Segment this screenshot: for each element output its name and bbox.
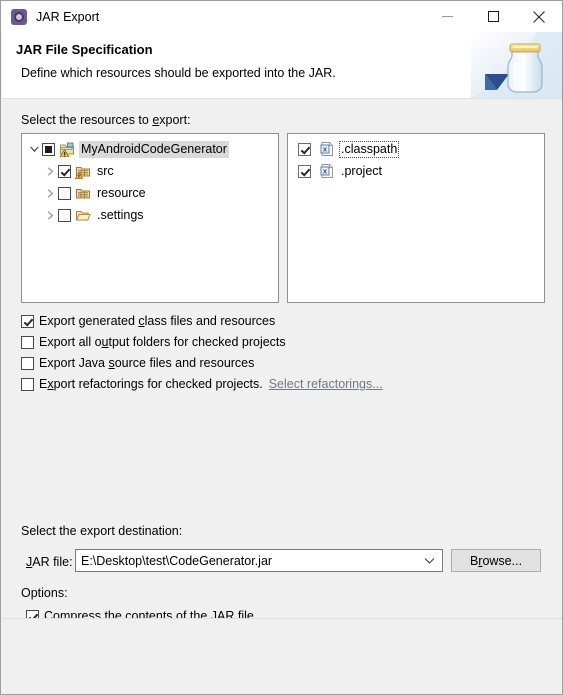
export-option-label: Export refactorings for checked projects… [39,377,263,391]
export-option-label: Export generated class files and resourc… [39,314,276,328]
tree-item-label: .settings [97,207,144,222]
browse-button[interactable]: Br owse... [451,549,541,572]
export-option-label: Export all output folders for checked pr… [39,335,286,349]
select-refactorings-link[interactable]: Select refactorings... [269,377,383,391]
jar-file-input[interactable]: E:\Desktop\test\CodeGenerator.jar [81,554,416,568]
export-option-checkbox[interactable] [21,335,34,349]
chevron-down-icon[interactable] [416,550,442,571]
chevron-down-icon[interactable] [26,138,42,160]
dialog-header: JAR File Specification Define which reso… [2,32,562,98]
file-checkbox[interactable] [298,164,311,179]
tree-item-settings[interactable]: .settings [22,204,278,226]
tree-item-label: src [97,163,114,178]
resource-file-list[interactable]: x .classpath x .project [287,133,545,303]
tree-item-resource[interactable]: resource [22,182,278,204]
window-title: JAR Export [36,9,100,24]
chevron-right-icon[interactable] [42,160,58,182]
export-option-3[interactable]: Export refactorings for checked projects… [21,375,383,393]
window-controls [424,1,562,32]
file-item-label: .project [341,163,382,178]
package-icon [75,185,91,201]
page-description: Define which resources should be exporte… [21,66,336,80]
page-title: JAR File Specification [16,42,153,57]
resource-tree[interactable]: MyAndroidCodeGenerator src resource .settin… [21,133,279,303]
project-warning-icon [59,141,75,157]
file-checkbox[interactable] [298,142,311,157]
resources-label: Select the resources to export: [21,113,191,127]
file-item-classpath[interactable]: x .classpath [288,138,544,160]
tree-item-myandroidcodegenerator[interactable]: MyAndroidCodeGenerator [22,138,278,160]
tree-checkbox[interactable] [58,164,71,179]
export-option-0[interactable]: Export generated class files and resourc… [21,312,275,330]
jar-export-gear-icon [11,8,27,25]
jar-bottle-icon [471,32,562,98]
folder-icon [75,207,91,223]
dialog-body: Select the resources to export: MyAndroi… [2,99,562,666]
destination-label: Select the export destination: [21,524,183,538]
jar-file-label: JAR file: [26,555,73,569]
xml-file-icon: x [320,141,335,157]
minimize-icon[interactable] [424,1,470,32]
source-package-icon [75,163,91,179]
jar-file-combobox[interactable]: E:\Desktop\test\CodeGenerator.jar [75,549,443,572]
export-option-1[interactable]: Export all output folders for checked pr… [21,333,286,351]
options-label: Options: [21,586,68,600]
file-item-project[interactable]: x .project [288,160,544,182]
title-bar: JAR Export [1,1,562,32]
tree-checkbox[interactable] [58,208,71,223]
export-option-checkbox[interactable] [21,356,34,370]
export-option-checkbox[interactable] [21,377,34,391]
jar-export-dialog: JAR Export JAR File Specification Define… [0,0,563,695]
close-icon[interactable] [516,1,562,32]
export-option-label: Export Java source files and resources [39,356,255,370]
tree-checkbox[interactable] [58,186,71,201]
tree-item-label: MyAndroidCodeGenerator [79,140,229,158]
export-option-checkbox[interactable] [21,314,34,328]
tree-checkbox[interactable] [42,142,55,157]
dialog-footer: ? < BackNext >FinishCancel [2,619,562,694]
export-option-2[interactable]: Export Java source files and resources [21,354,254,372]
file-item-label: .classpath [339,140,400,158]
xml-file-icon: x [320,163,335,179]
chevron-right-icon[interactable] [42,204,58,226]
chevron-right-icon[interactable] [42,182,58,204]
maximize-icon[interactable] [470,1,516,32]
tree-item-src[interactable]: src [22,160,278,182]
tree-item-label: resource [97,185,146,200]
